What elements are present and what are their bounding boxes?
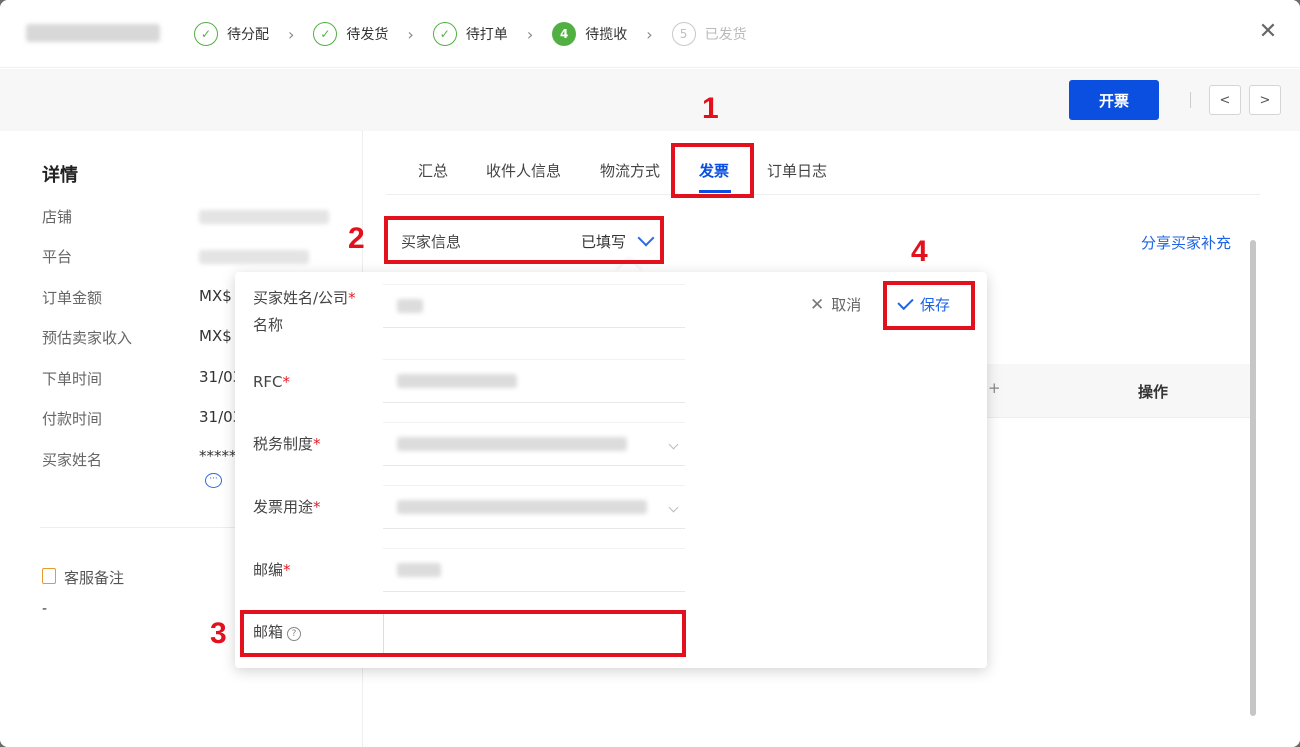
step-label: 待发货 xyxy=(346,27,389,43)
order-detail-modal: ✓ 待分配 › ✓ 待发货 › ✓ 待打单 › 4 待揽收 › 5 已发货 ✕ … xyxy=(0,0,1300,747)
step-label: 已发货 xyxy=(704,27,747,43)
column-operations: 操作 xyxy=(1138,383,1169,401)
annotation-number-2: 2 xyxy=(348,222,365,255)
annotation-box-4 xyxy=(883,281,975,330)
rfc-input[interactable] xyxy=(383,359,685,403)
step-pending-ship[interactable]: ✓ 待发货 xyxy=(313,21,388,47)
step-pending-print[interactable]: ✓ 待打单 xyxy=(432,21,508,47)
field-label-rfc: RFC* xyxy=(253,373,291,391)
detail-label-platform: 平台 xyxy=(42,248,73,266)
service-note-label: 客服备注 xyxy=(64,569,125,587)
issue-invoice-button[interactable]: 开票 xyxy=(1069,80,1159,120)
chevron-right-icon: › xyxy=(407,24,414,44)
step-shipped[interactable]: 5 已发货 xyxy=(671,21,747,47)
field-label-buyer-name: 买家姓名/公司* 名称 xyxy=(253,289,356,334)
check-icon: ✓ xyxy=(432,22,457,46)
annotation-box-1 xyxy=(671,143,754,198)
step-label: 待分配 xyxy=(227,27,269,43)
tax-regime-select[interactable] xyxy=(383,422,685,466)
chevron-right-icon: › xyxy=(526,24,534,44)
step-pending-pickup[interactable]: 4 待揽收 xyxy=(552,21,627,47)
note-icon xyxy=(42,568,56,584)
detail-value-store xyxy=(199,210,329,224)
annotation-number-3: 3 xyxy=(210,617,227,650)
step-number-4: 4 xyxy=(552,22,577,46)
invoice-use-select[interactable] xyxy=(383,485,685,529)
toolbar-divider xyxy=(1190,92,1191,108)
status-steps: ✓ 待分配 › ✓ 待发货 › ✓ 待打单 › 4 待揽收 › 5 已发货 xyxy=(194,21,747,47)
tab-recipient[interactable]: 收件人信息 xyxy=(486,160,561,181)
column-resize-handle: + xyxy=(988,379,1001,397)
field-label-tax-regime: 税务制度* xyxy=(253,435,321,453)
tab-order-log[interactable]: 订单日志 xyxy=(767,160,827,181)
annotation-box-2 xyxy=(384,216,664,264)
field-label-invoice-use: 发票用途* xyxy=(253,498,321,516)
detail-value-est-income: MX$ xyxy=(199,327,232,345)
check-icon: ✓ xyxy=(313,22,338,46)
detail-value-order-amount: MX$ xyxy=(199,287,232,305)
detail-label-store: 店铺 xyxy=(42,208,73,226)
detail-value-platform xyxy=(199,250,309,264)
step-pending-assign[interactable]: ✓ 待分配 xyxy=(194,21,269,47)
step-label: 待揽收 xyxy=(585,27,628,43)
detail-title: 详情 xyxy=(42,165,78,186)
toolbar: 开票 < > xyxy=(0,69,1300,131)
modal-header: ✓ 待分配 › ✓ 待发货 › ✓ 待打单 › 4 待揽收 › 5 已发货 ✕ xyxy=(0,0,1300,68)
buyer-name-input[interactable] xyxy=(383,284,685,328)
postcode-input[interactable] xyxy=(383,548,685,592)
annotation-number-1: 1 xyxy=(702,92,719,125)
share-buyer-fill-link[interactable]: 分享买家补充 xyxy=(1141,232,1231,253)
annotation-box-3 xyxy=(240,610,686,657)
detail-label-buyer-name: 买家姓名 xyxy=(42,451,103,469)
detail-label-pay-time: 付款时间 xyxy=(42,410,103,428)
scrollbar[interactable] xyxy=(1250,240,1256,716)
step-number-5: 5 xyxy=(671,22,696,46)
field-label-postcode: 邮编* xyxy=(253,561,291,579)
prev-order-button[interactable]: < xyxy=(1209,85,1241,115)
detail-label-est-income: 预估卖家收入 xyxy=(42,329,133,347)
chevron-right-icon: › xyxy=(288,24,295,44)
close-icon: ✕ xyxy=(810,294,825,315)
detail-label-order-amount: 订单金额 xyxy=(42,289,103,307)
service-note-value: - xyxy=(42,601,48,617)
close-icon[interactable]: ✕ xyxy=(1256,20,1280,44)
tab-bar: 汇总 收件人信息 物流方式 发票 订单日志 xyxy=(386,146,1260,195)
table-header: + 操作 xyxy=(986,364,1250,418)
tab-summary[interactable]: 汇总 xyxy=(418,160,448,181)
chat-icon[interactable]: ··· xyxy=(205,473,222,488)
cancel-button[interactable]: ✕ 取消 xyxy=(810,294,861,315)
annotation-number-4: 4 xyxy=(911,235,928,268)
chevron-right-icon: › xyxy=(646,24,653,44)
tab-logistics[interactable]: 物流方式 xyxy=(600,160,660,181)
detail-label-order-time: 下单时间 xyxy=(42,370,103,388)
check-icon: ✓ xyxy=(194,22,218,46)
step-label: 待打单 xyxy=(465,27,508,43)
order-id-blurred xyxy=(26,24,160,42)
next-order-button[interactable]: > xyxy=(1249,85,1281,115)
